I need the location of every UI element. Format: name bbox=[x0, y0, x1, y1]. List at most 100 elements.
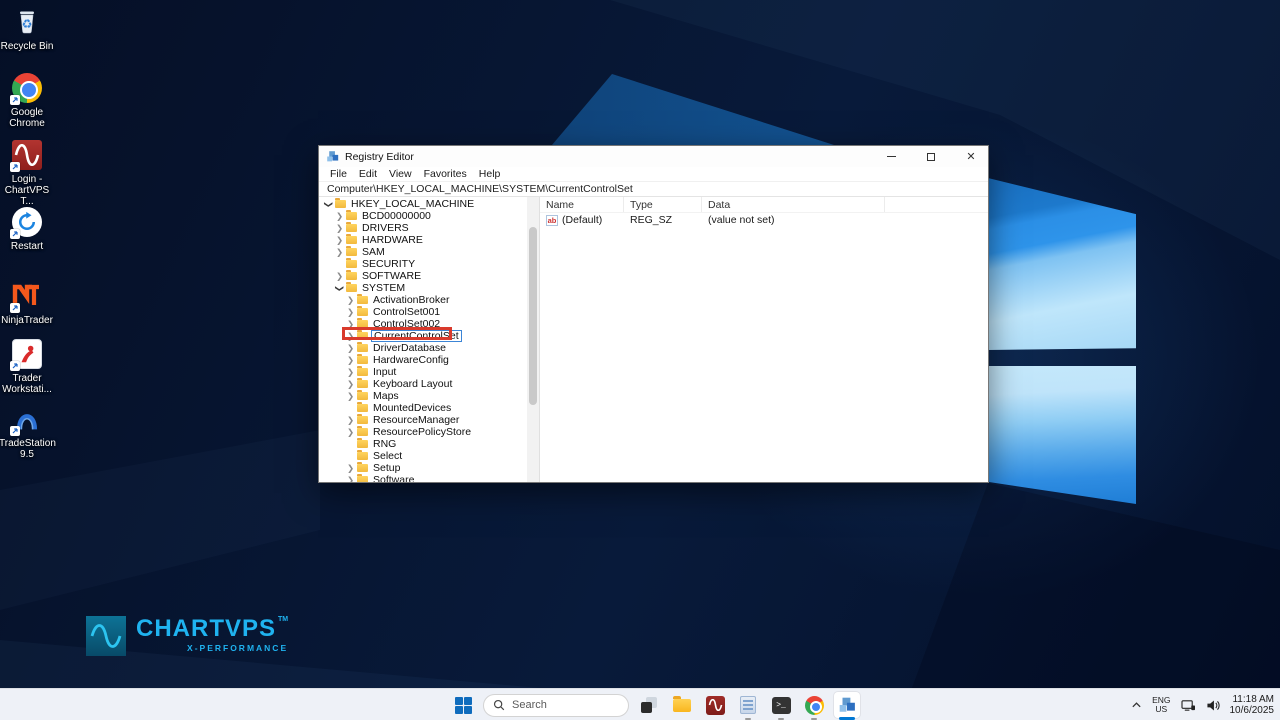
expander-collapsed-icon[interactable]: ❯ bbox=[335, 211, 344, 222]
tree-item-select[interactable]: Select bbox=[319, 450, 527, 462]
tree-item-software[interactable]: ❯ Software bbox=[319, 474, 527, 482]
tree-item-resourcepolicystore[interactable]: ❯ ResourcePolicyStore bbox=[319, 426, 527, 438]
title-bar[interactable]: Registry Editor ✕ bbox=[319, 146, 988, 167]
tree-item-rng[interactable]: RNG bbox=[319, 438, 527, 450]
menu-help[interactable]: Help bbox=[473, 168, 507, 180]
chartvps-login-icon bbox=[10, 139, 43, 172]
expander-collapsed-icon[interactable]: ❯ bbox=[346, 367, 355, 378]
folder-icon bbox=[357, 474, 368, 482]
taskbar-registry-editor-button[interactable] bbox=[834, 692, 860, 720]
tree-item-input[interactable]: ❯ Input bbox=[319, 366, 527, 378]
language-indicator[interactable]: ENG US bbox=[1152, 696, 1170, 714]
tree-item-hardwareconfig[interactable]: ❯ HardwareConfig bbox=[319, 354, 527, 366]
tree-item-controlset001[interactable]: ❯ ControlSet001 bbox=[319, 306, 527, 318]
desktop-icon-restart[interactable]: Restart bbox=[0, 206, 54, 252]
desktop-icon-tradestation[interactable]: TradeStation 9.5 bbox=[0, 403, 56, 460]
taskbar-chrome-button[interactable] bbox=[801, 692, 827, 720]
folder-icon bbox=[357, 354, 368, 364]
tree-item-label: Keyboard Layout bbox=[373, 378, 453, 390]
tree-item-system[interactable]: ❯ SYSTEM bbox=[319, 282, 527, 294]
expander-collapsed-icon[interactable]: ❯ bbox=[335, 235, 344, 246]
tray-expand-chevron[interactable] bbox=[1131, 701, 1142, 709]
expander-collapsed-icon[interactable]: ❯ bbox=[335, 247, 344, 258]
desktop-icon-chartvps-login[interactable]: Login - ChartVPS T... bbox=[0, 139, 54, 207]
expander-collapsed-icon[interactable]: ❯ bbox=[346, 307, 355, 318]
tray-date: 10/6/2025 bbox=[1229, 705, 1275, 716]
menu-favorites[interactable]: Favorites bbox=[418, 168, 473, 180]
expander-collapsed-icon[interactable]: ❯ bbox=[346, 463, 355, 474]
expander-collapsed-icon[interactable]: ❯ bbox=[346, 415, 355, 426]
tree-item-hardware[interactable]: ❯ HARDWARE bbox=[319, 234, 527, 246]
brand-tagline: X-PERFORMANCE bbox=[187, 643, 289, 653]
taskbar-file-explorer-button[interactable] bbox=[669, 692, 695, 718]
menu-file[interactable]: File bbox=[324, 168, 353, 180]
search-input[interactable]: Search bbox=[483, 693, 629, 717]
menu-edit[interactable]: Edit bbox=[353, 168, 383, 180]
menu-view[interactable]: View bbox=[383, 168, 418, 180]
desktop-icon-label: TradeStation 9.5 bbox=[0, 438, 56, 460]
tree-item-controlset002[interactable]: ❯ ControlSet002 bbox=[319, 318, 527, 330]
expander-collapsed-icon[interactable]: ❯ bbox=[346, 319, 355, 330]
close-button[interactable]: ✕ bbox=[954, 146, 988, 167]
expander-collapsed-icon[interactable]: ❯ bbox=[346, 355, 355, 366]
column-header-filler bbox=[885, 197, 988, 212]
column-header-name[interactable]: Name bbox=[540, 197, 624, 212]
tree-item-currentcontrolset[interactable]: ❯ CurrentControlSet bbox=[319, 327, 527, 342]
expander-collapsed-icon[interactable]: ❯ bbox=[335, 271, 344, 282]
column-header-data[interactable]: Data bbox=[702, 197, 885, 212]
tree-item-label: ResourcePolicyStore bbox=[373, 426, 472, 438]
expander-collapsed-icon[interactable]: ❯ bbox=[335, 223, 344, 234]
address-bar[interactable]: Computer\HKEY_LOCAL_MACHINE\SYSTEM\Curre… bbox=[319, 182, 988, 197]
tree-item-keyboard-layout[interactable]: ❯ Keyboard Layout bbox=[319, 378, 527, 390]
expander-collapsed-icon[interactable]: ❯ bbox=[346, 391, 355, 402]
desktop-icon-google-chrome[interactable]: Google Chrome bbox=[0, 72, 54, 129]
tree-item-maps[interactable]: ❯ Maps bbox=[319, 390, 527, 402]
tree-scrollbar-thumb[interactable] bbox=[529, 227, 537, 405]
tree-item-driverdatabase[interactable]: ❯ DriverDatabase bbox=[319, 342, 527, 354]
tree-item-resourcemanager[interactable]: ❯ ResourceManager bbox=[319, 414, 527, 426]
windows-logo-icon bbox=[454, 696, 472, 714]
tree-item-drivers[interactable]: ❯ DRIVERS bbox=[319, 222, 527, 234]
start-button[interactable] bbox=[450, 692, 476, 718]
clock[interactable]: 11:18 AM 10/6/2025 bbox=[1230, 694, 1275, 716]
tree-item-sam[interactable]: ❯ SAM bbox=[319, 246, 527, 258]
taskbar-notepad-button[interactable] bbox=[735, 692, 761, 720]
expander-collapsed-icon[interactable]: ❯ bbox=[346, 475, 355, 483]
expander-expanded-icon[interactable]: ❯ bbox=[323, 200, 334, 209]
expander-collapsed-icon[interactable]: ❯ bbox=[346, 295, 355, 306]
tree-item-mounteddevices[interactable]: MountedDevices bbox=[319, 402, 527, 414]
expander-collapsed-icon[interactable]: ❯ bbox=[346, 331, 355, 342]
desktop-icon-label: NinjaTrader bbox=[1, 315, 53, 326]
taskbar-chartvps-button[interactable] bbox=[702, 692, 728, 718]
column-header-type[interactable]: Type bbox=[624, 197, 702, 212]
desktop-icon-trader-workstation[interactable]: Trader Workstati... bbox=[0, 338, 54, 395]
chartvps-icon bbox=[705, 695, 725, 715]
expander-expanded-icon[interactable]: ❯ bbox=[334, 284, 345, 293]
folder-icon bbox=[357, 426, 368, 436]
tree-item-label: RNG bbox=[373, 438, 397, 450]
expander-collapsed-icon[interactable]: ❯ bbox=[346, 427, 355, 438]
volume-icon[interactable] bbox=[1206, 699, 1220, 712]
taskbar-terminal-button[interactable]: >_ bbox=[768, 692, 794, 720]
expander-collapsed-icon[interactable]: ❯ bbox=[346, 379, 355, 390]
tree-item-activationbroker[interactable]: ❯ ActivationBroker bbox=[319, 294, 527, 306]
tree-scrollbar[interactable] bbox=[527, 197, 539, 482]
tree-item-setup[interactable]: ❯ Setup bbox=[319, 462, 527, 474]
tree-item-security[interactable]: SECURITY bbox=[319, 258, 527, 270]
recycle-bin-icon: ♻ bbox=[11, 6, 43, 38]
minimize-button[interactable] bbox=[874, 146, 908, 167]
desktop-icon-ninjatrader[interactable]: NinjaTrader bbox=[0, 280, 54, 326]
desktop-icon-label: Recycle Bin bbox=[0, 41, 54, 52]
taskbar: Search >_ ENG US 11:18 AM 10/6/2025 bbox=[0, 688, 1280, 720]
tree-item-bcd00000000[interactable]: ❯ BCD00000000 bbox=[319, 210, 527, 222]
tree-item-hkey-local-machine[interactable]: ❯ HKEY_LOCAL_MACHINE bbox=[319, 198, 527, 210]
expander-collapsed-icon[interactable]: ❯ bbox=[346, 343, 355, 354]
network-icon[interactable] bbox=[1180, 699, 1196, 712]
menu-bar: File Edit View Favorites Help bbox=[319, 167, 988, 182]
taskbar-task-view-button[interactable] bbox=[636, 692, 662, 718]
tree-item-software[interactable]: ❯ SOFTWARE bbox=[319, 270, 527, 282]
value-row[interactable]: ab (Default) REG_SZ (value not set) bbox=[540, 213, 988, 227]
desktop-icon-recycle-bin[interactable]: ♻ Recycle Bin bbox=[0, 6, 54, 52]
folder-icon bbox=[346, 222, 357, 232]
maximize-button[interactable] bbox=[914, 146, 948, 167]
